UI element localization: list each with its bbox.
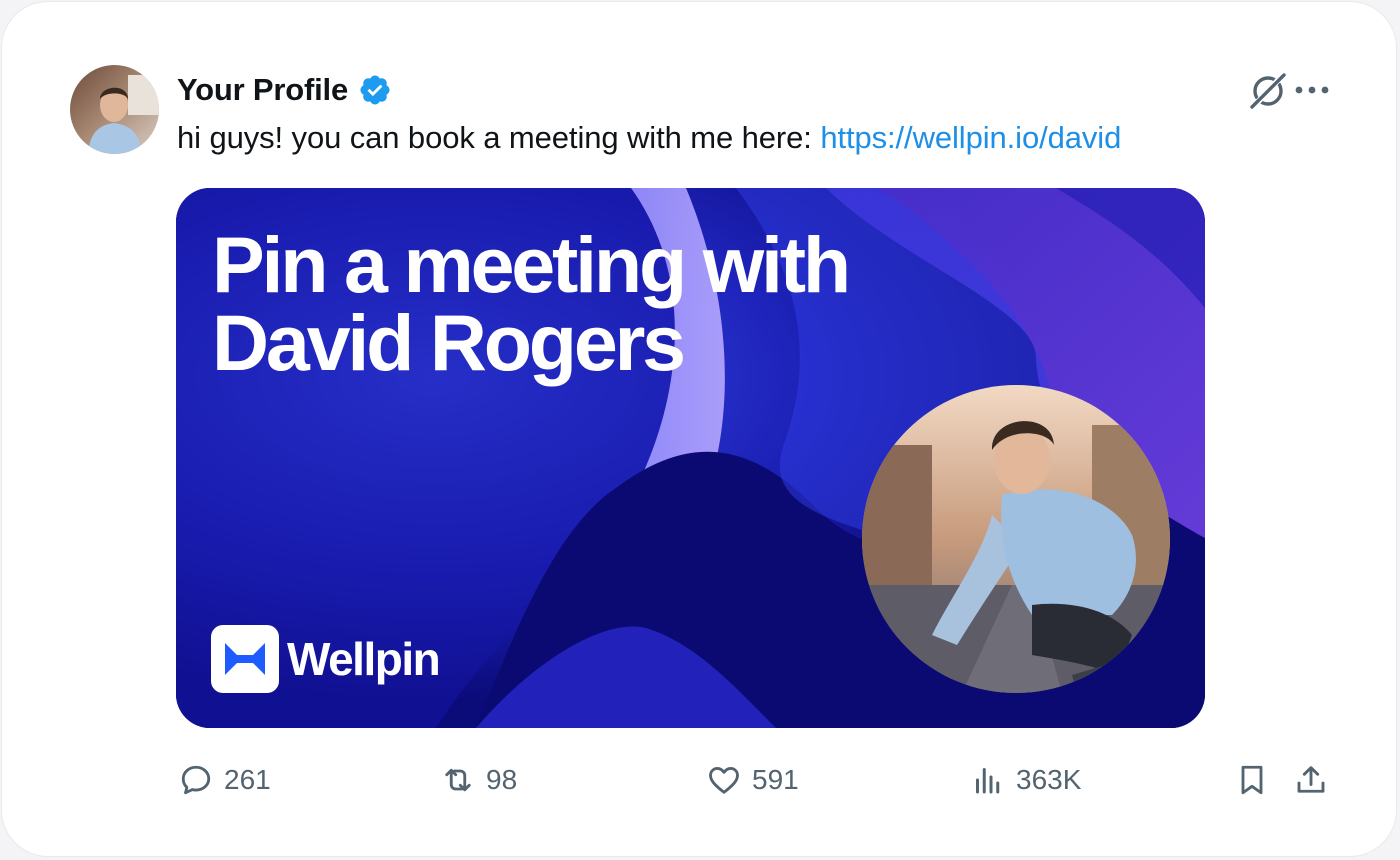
media-card[interactable]: Pin a meeting with David Rogers Wellpin xyxy=(176,188,1205,728)
author-row: Your Profile xyxy=(177,72,392,108)
headline-line-2: David Rogers xyxy=(212,298,686,387)
post-card: Your Profile hi guys! you can book a mee… xyxy=(2,2,1396,856)
brand-name: Wellpin xyxy=(287,633,441,685)
reply-icon xyxy=(181,765,211,795)
bookmark-button[interactable] xyxy=(1234,759,1270,801)
like-button[interactable]: 591 xyxy=(706,759,799,801)
like-icon xyxy=(709,767,739,794)
repost-button[interactable]: 98 xyxy=(440,759,517,801)
media-headline: Pin a meeting with David Rogers xyxy=(212,220,932,387)
avatar[interactable] xyxy=(70,65,159,154)
post-link[interactable]: https://wellpin.io/david xyxy=(820,120,1121,155)
share-icon xyxy=(1297,766,1325,793)
repost-icon xyxy=(445,768,471,792)
reply-count: 261 xyxy=(224,764,271,795)
author-name[interactable]: Your Profile xyxy=(177,72,348,108)
post-text: hi guys! you can book a meeting with me … xyxy=(177,120,1121,156)
profile-photo xyxy=(862,385,1170,693)
brand-lockup: Wellpin xyxy=(211,625,441,693)
post-header-actions xyxy=(1248,70,1330,110)
post-body: hi guys! you can book a meeting with me … xyxy=(177,120,812,155)
share-button[interactable] xyxy=(1293,759,1329,801)
bookmark-icon xyxy=(1241,765,1263,795)
repost-count: 98 xyxy=(486,764,518,795)
like-count: 591 xyxy=(752,764,799,795)
views-button[interactable]: 363K xyxy=(970,759,1081,801)
views-count: 363K xyxy=(1016,764,1082,795)
views-icon xyxy=(976,768,1000,794)
grok-icon[interactable] xyxy=(1248,70,1288,110)
more-icon[interactable] xyxy=(1294,80,1330,100)
verified-badge-icon xyxy=(360,75,390,105)
reply-button[interactable]: 261 xyxy=(178,759,271,801)
headline-line-1: Pin a meeting with xyxy=(212,220,851,309)
wellpin-logo-icon xyxy=(211,625,279,693)
